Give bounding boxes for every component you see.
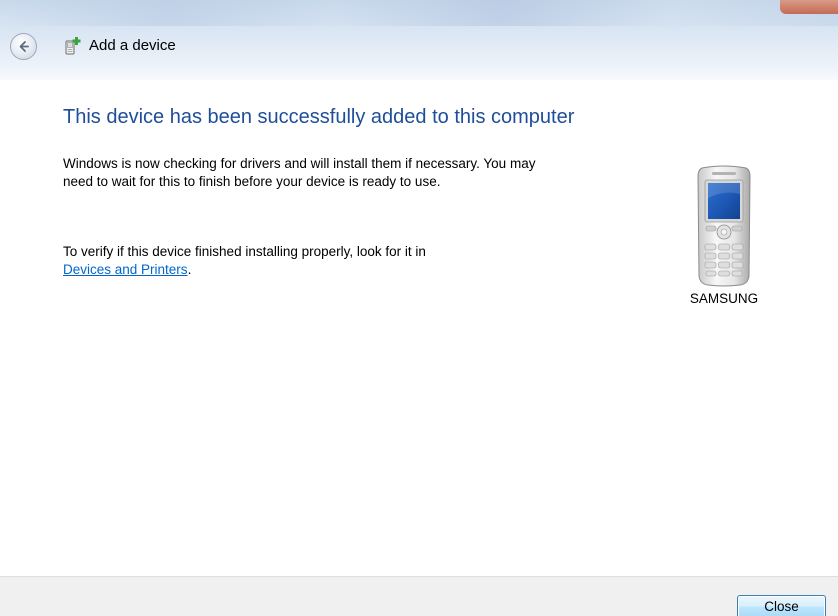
page-heading: This device has been successfully added … <box>63 106 575 128</box>
devices-and-printers-link[interactable]: Devices and Printers <box>63 262 188 277</box>
driver-info-text: Windows is now checking for drivers and … <box>63 156 536 189</box>
add-device-window: Add a device This device has been succes… <box>0 0 838 616</box>
title-bar: Add a device <box>0 0 838 80</box>
verify-text-suffix: . <box>187 262 192 277</box>
verify-info-text: To verify if this device finished instal… <box>63 243 563 279</box>
add-device-icon <box>65 37 81 55</box>
close-button[interactable]: Close <box>737 595 826 616</box>
mobile-phone-icon <box>697 165 751 287</box>
back-arrow-icon <box>19 41 29 52</box>
window-close-tab[interactable] <box>780 0 838 14</box>
title-bar-glass <box>0 0 838 26</box>
window-title: Add a device <box>89 37 176 54</box>
dialog-footer <box>0 576 838 616</box>
verify-text-prefix: To verify if this device finished instal… <box>63 244 426 259</box>
device-name-label: SAMSUNG <box>689 291 759 306</box>
back-button[interactable] <box>10 33 37 60</box>
